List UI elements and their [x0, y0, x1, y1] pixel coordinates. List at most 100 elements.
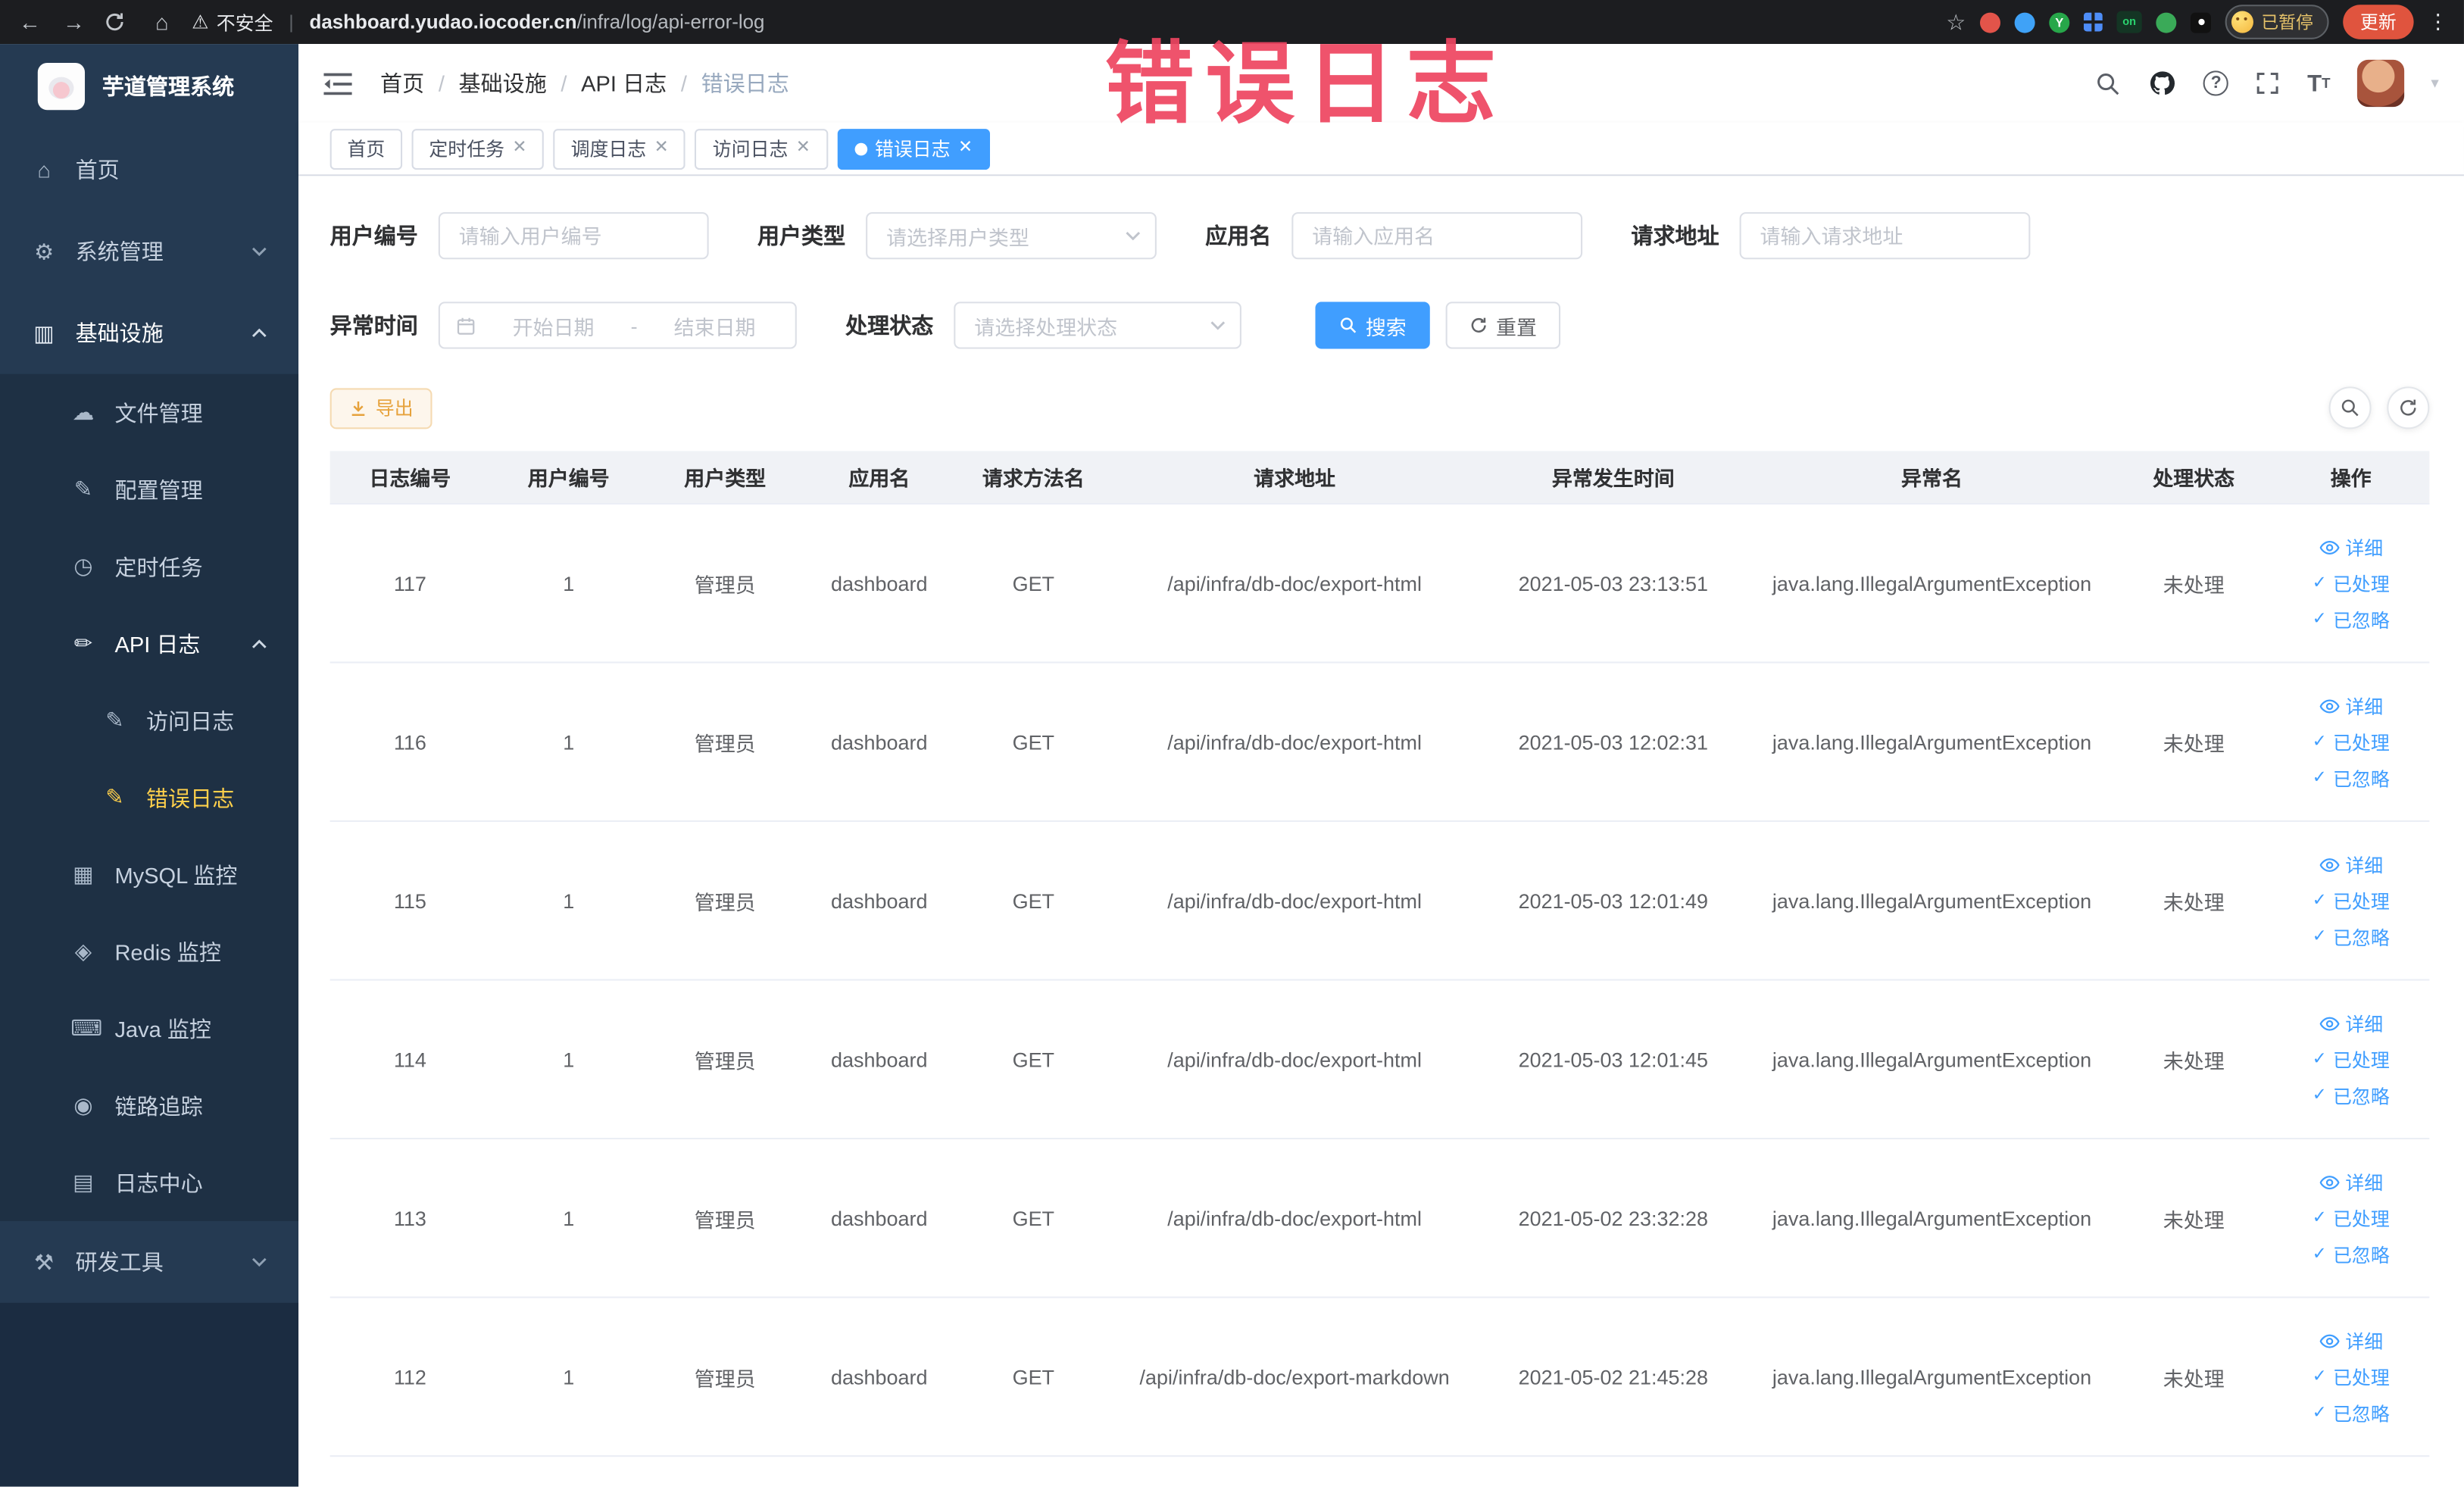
cell-method: GET	[1012, 1364, 1055, 1389]
request-url-input[interactable]	[1739, 212, 2031, 260]
help-icon[interactable]: ?	[2203, 70, 2229, 96]
sidebar-item-system[interactable]: ⚙ 系统管理	[0, 211, 298, 292]
extension-icon-5[interactable]: on	[2116, 11, 2142, 33]
extension-icon-2[interactable]	[2014, 11, 2035, 33]
tab-error-log[interactable]: 错误日志 ✕	[837, 128, 990, 170]
cell-app-name: dashboard	[831, 1206, 928, 1230]
cell-actions: 详细 ✓ 已处理 ✓ 已忽略	[2272, 1327, 2429, 1426]
sidebar-background	[0, 1302, 299, 1487]
mark-processed-link[interactable]: ✓ 已处理	[2313, 1204, 2390, 1231]
sidebar-item-error-log[interactable]: ✎ 错误日志	[0, 759, 298, 836]
export-button[interactable]: 导出	[329, 387, 433, 429]
reload-icon[interactable]	[104, 11, 132, 33]
security-indicator[interactable]: ⚠ 不安全	[192, 8, 273, 35]
mark-processed-link[interactable]: ✓ 已处理	[2313, 729, 2390, 755]
start-date-placeholder: 开始日期	[512, 314, 595, 339]
back-icon[interactable]: ←	[16, 9, 44, 34]
table-row: 115 1 管理员 dashboard GET /api/infra/db-do…	[329, 822, 2430, 981]
exception-time-range-picker[interactable]: 开始日期 - 结束日期	[438, 301, 797, 349]
browser-update-button[interactable]: 更新	[2343, 5, 2414, 39]
user-avatar[interactable]	[2356, 59, 2405, 108]
mark-ignored-link[interactable]: ✓ 已忽略	[2313, 764, 2390, 791]
detail-link[interactable]: 详细	[2319, 692, 2383, 719]
mark-ignored-link[interactable]: ✓ 已忽略	[2313, 1399, 2390, 1426]
user-type-select[interactable]: 请选择用户类型	[866, 212, 1157, 260]
url-bar[interactable]: dashboard.yudao.iocoder.cn/infra/log/api…	[310, 11, 765, 33]
breadcrumb-infra[interactable]: 基础设施	[459, 67, 547, 98]
mark-ignored-link[interactable]: ✓ 已忽略	[2313, 606, 2390, 633]
mark-ignored-link[interactable]: ✓ 已忽略	[2313, 1241, 2390, 1267]
cell-exception-name: java.lang.IllegalArgumentException	[1772, 1047, 2092, 1071]
mark-ignored-link[interactable]: ✓ 已忽略	[2313, 923, 2390, 950]
cell-status: 未处理	[2163, 1366, 2225, 1390]
profile-paused-badge[interactable]: 已暂停	[2225, 5, 2329, 39]
detail-link[interactable]: 详细	[2319, 1010, 2383, 1036]
cell-exception-name: java.lang.IllegalArgumentException	[1772, 571, 2092, 595]
sidebar-item-infra[interactable]: ▥ 基础设施	[0, 292, 298, 374]
tab-access-log[interactable]: 访问日志 ✕	[695, 128, 828, 170]
cell-method: GET	[1012, 1206, 1055, 1230]
breadcrumb-home[interactable]: 首页	[380, 67, 424, 98]
sidebar-item-api-logs[interactable]: ✏ API 日志	[0, 605, 298, 683]
sidebar-fold-icon[interactable]	[323, 71, 352, 95]
sidebar-item-file-management[interactable]: ☁ 文件管理	[0, 374, 298, 451]
search-icon[interactable]	[2095, 70, 2122, 96]
extension-icon-1[interactable]	[1979, 11, 2000, 33]
close-icon[interactable]: ✕	[958, 139, 973, 158]
mark-processed-link[interactable]: ✓ 已处理	[2313, 570, 2390, 596]
detail-link[interactable]: 详细	[2319, 851, 2383, 877]
tab-scheduled-tasks[interactable]: 定时任务 ✕	[411, 128, 545, 170]
sidebar-item-log-center[interactable]: ▤ 日志中心	[0, 1144, 298, 1221]
monitor-icon: ⌨	[70, 1015, 103, 1041]
sidebar-item-scheduled-tasks[interactable]: ◷ 定时任务	[0, 528, 298, 605]
sidebar-item-home[interactable]: ⌂ 首页	[0, 129, 298, 211]
detail-link[interactable]: 详细	[2319, 1327, 2383, 1354]
close-icon[interactable]: ✕	[654, 139, 669, 158]
breadcrumb-api-logs[interactable]: API 日志	[581, 67, 667, 98]
sidebar-item-mysql-monitor[interactable]: ▦ MySQL 监控	[0, 836, 298, 914]
extension-icon-3[interactable]: Y	[2049, 11, 2070, 33]
sidebar-item-link-tracing[interactable]: ◉ 链路追踪	[0, 1067, 298, 1145]
tab-dispatch-log[interactable]: 调度日志 ✕	[553, 128, 686, 170]
sidebar-item-java-monitor[interactable]: ⌨ Java 监控	[0, 990, 298, 1067]
close-icon[interactable]: ✕	[796, 139, 810, 158]
reset-button[interactable]: 重置	[1445, 301, 1561, 349]
chevron-down-icon	[1210, 321, 1226, 330]
sidebar-item-redis-monitor[interactable]: ◈ Redis 监控	[0, 913, 298, 990]
sidebar-item-dev-tools[interactable]: ⚒ 研发工具	[0, 1221, 298, 1303]
mark-ignored-link[interactable]: ✓ 已忽略	[2313, 1082, 2390, 1108]
fullscreen-icon[interactable]	[2256, 70, 2281, 95]
font-size-icon[interactable]: TT	[2307, 71, 2330, 95]
mark-processed-link[interactable]: ✓ 已处理	[2313, 1364, 2390, 1390]
process-status-select[interactable]: 请选择处理状态	[954, 301, 1241, 349]
cell-status: 未处理	[2163, 573, 2225, 597]
browser-menu-icon[interactable]: ⋮	[2428, 9, 2448, 34]
close-icon[interactable]: ✕	[512, 139, 526, 158]
extension-icon-6[interactable]	[2156, 11, 2177, 33]
check-icon: ✓	[2312, 573, 2327, 592]
mark-processed-link[interactable]: ✓ 已处理	[2313, 1046, 2390, 1073]
github-icon[interactable]	[2149, 69, 2177, 97]
cell-app-name: dashboard	[831, 571, 928, 595]
home-icon[interactable]: ⌂	[148, 9, 176, 34]
cell-user-type: 管理员	[694, 1207, 756, 1232]
user-id-input[interactable]	[438, 212, 709, 260]
extension-icon-7[interactable]	[2190, 11, 2211, 33]
cell-log-id: 117	[393, 571, 426, 595]
sidebar-item-config-management[interactable]: ✎ 配置管理	[0, 451, 298, 528]
extension-icon-4[interactable]	[2083, 12, 2103, 32]
bookmark-star-icon[interactable]: ☆	[1946, 8, 1966, 35]
app-name-input[interactable]	[1291, 212, 1583, 260]
forward-icon[interactable]: →	[60, 9, 88, 34]
check-icon: ✓	[2312, 926, 2327, 945]
avatar-dropdown-caret-icon[interactable]: ▾	[2431, 75, 2438, 92]
page-header: 首页 / 基础设施 / API 日志 / 错误日志 ? T T ▾	[298, 44, 2464, 123]
tab-home[interactable]: 首页	[329, 128, 403, 170]
sidebar-item-access-log[interactable]: ✎ 访问日志	[0, 682, 298, 759]
mark-processed-link[interactable]: ✓ 已处理	[2313, 887, 2390, 914]
toggle-search-button[interactable]	[2328, 386, 2372, 430]
refresh-table-button[interactable]	[2387, 386, 2430, 430]
detail-link[interactable]: 详细	[2319, 1168, 2383, 1195]
search-button[interactable]: 搜索	[1315, 301, 1430, 349]
detail-link[interactable]: 详细	[2319, 533, 2383, 560]
